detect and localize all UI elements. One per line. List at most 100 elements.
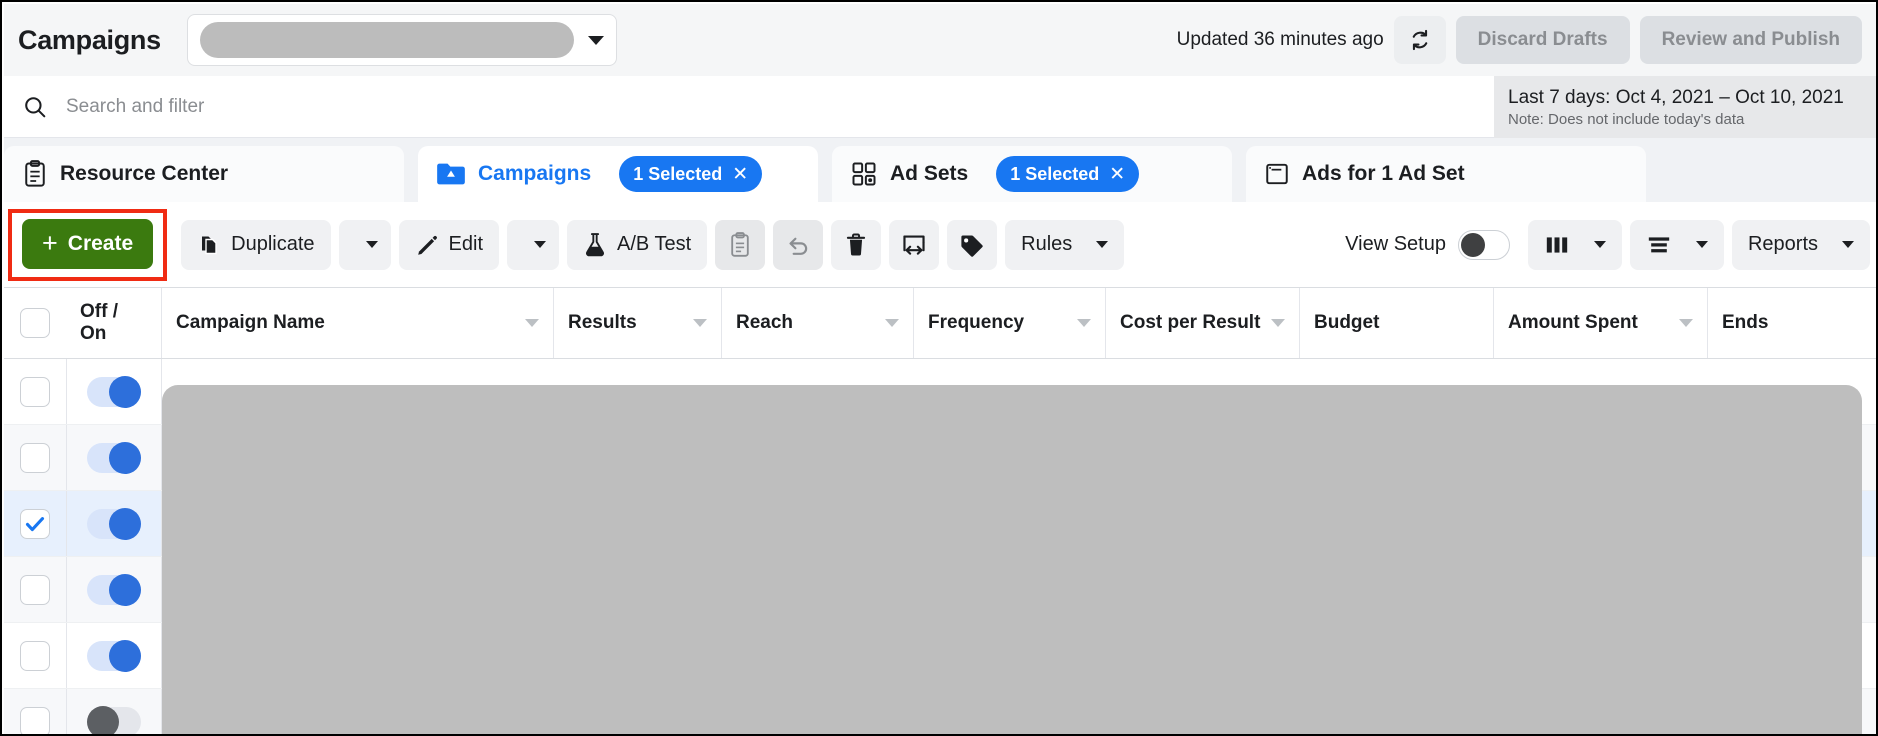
- header-results[interactable]: Results: [554, 288, 722, 358]
- tab-label: Campaigns: [478, 162, 592, 185]
- breakdown-icon: [1648, 236, 1670, 252]
- sort-caret-icon[interactable]: [1271, 319, 1285, 327]
- column-label: Campaign Name: [176, 311, 325, 333]
- ab-test-button[interactable]: A/B Test: [567, 219, 708, 270]
- header-reach[interactable]: Reach: [722, 288, 914, 358]
- clipboard-paste-button[interactable]: [715, 219, 766, 270]
- tab-resource-center[interactable]: Resource Center: [4, 146, 404, 202]
- tab-label: Ad Sets: [890, 162, 969, 185]
- adsets-selection-badge[interactable]: 1 Selected ✕: [996, 156, 1140, 192]
- create-button-highlight: + Create: [8, 208, 168, 281]
- status-toggle[interactable]: [87, 639, 141, 672]
- header-ends[interactable]: Ends: [1708, 288, 1876, 358]
- search-input[interactable]: Search and filter: [4, 76, 1494, 138]
- account-name-redacted: [199, 22, 574, 58]
- refresh-button[interactable]: [1393, 16, 1446, 64]
- close-icon[interactable]: ✕: [732, 163, 748, 186]
- sort-caret-icon[interactable]: [693, 319, 707, 327]
- row-status-cell: [66, 557, 162, 622]
- columns-icon: [1546, 236, 1568, 253]
- edit-button[interactable]: Edit: [398, 219, 500, 270]
- sort-caret-icon[interactable]: [525, 319, 539, 327]
- chevron-down-icon: [534, 241, 547, 248]
- create-button[interactable]: + Create: [22, 218, 154, 269]
- breakdown-button[interactable]: [1629, 219, 1724, 270]
- column-label: Cost per Result: [1120, 311, 1261, 333]
- page-title: Campaigns: [18, 24, 161, 55]
- campaigns-selection-badge[interactable]: 1 Selected ✕: [619, 156, 763, 192]
- chevron-down-icon: [1695, 241, 1708, 248]
- account-selector[interactable]: [186, 14, 617, 66]
- columns-button[interactable]: [1527, 219, 1622, 270]
- export-button[interactable]: [889, 219, 940, 270]
- column-label: Budget: [1314, 311, 1380, 333]
- sort-caret-icon[interactable]: [885, 319, 899, 327]
- column-label: Results: [568, 311, 637, 333]
- column-label: Frequency: [928, 311, 1025, 333]
- column-label: Off / On: [80, 300, 118, 344]
- edit-label: Edit: [448, 233, 484, 255]
- header-campaign-name[interactable]: Campaign Name: [162, 288, 554, 358]
- edit-dropdown-button[interactable]: [507, 219, 560, 270]
- date-range-value: Last 7 days: Oct 4, 2021 – Oct 10, 2021: [1508, 86, 1844, 108]
- row-checkbox[interactable]: [20, 706, 50, 734]
- row-checkbox[interactable]: [20, 574, 50, 605]
- undo-arrow-icon: [789, 237, 808, 255]
- header-amount-spent[interactable]: Amount Spent: [1494, 288, 1708, 358]
- header-cost-per-result[interactable]: Cost per Result: [1106, 288, 1300, 358]
- row-checkbox[interactable]: [20, 442, 50, 473]
- row-checkbox[interactable]: [20, 508, 50, 539]
- duplicate-dropdown-button[interactable]: [338, 219, 391, 270]
- toggle-knob: [109, 507, 141, 540]
- tab-label: Resource Center: [60, 162, 229, 185]
- row-status-cell: [66, 689, 162, 734]
- reports-label: Reports: [1747, 233, 1818, 255]
- row-status-cell: [66, 491, 162, 556]
- view-setup-toggle[interactable]: [1457, 229, 1510, 260]
- row-checkbox[interactable]: [20, 376, 50, 407]
- tab-campaigns[interactable]: Campaigns 1 Selected ✕: [418, 146, 818, 202]
- check-icon: [25, 516, 45, 531]
- date-range-selector[interactable]: Last 7 days: Oct 4, 2021 – Oct 10, 2021 …: [1494, 76, 1876, 138]
- discard-drafts-button[interactable]: Discard Drafts: [1455, 16, 1630, 64]
- sort-caret-icon[interactable]: [1679, 319, 1693, 327]
- row-select-cell: [4, 359, 66, 424]
- trash-icon: [847, 233, 866, 256]
- sort-caret-icon[interactable]: [1077, 319, 1091, 327]
- delete-button[interactable]: [831, 219, 882, 270]
- status-toggle[interactable]: [87, 375, 141, 408]
- table-header-row: Off / On Campaign Name Results Reach Fre…: [4, 287, 1876, 359]
- status-toggle[interactable]: [87, 441, 141, 474]
- status-toggle[interactable]: [87, 507, 141, 540]
- chevron-down-icon: [365, 241, 378, 248]
- review-and-publish-button[interactable]: Review and Publish: [1639, 16, 1862, 64]
- reports-button[interactable]: Reports: [1731, 219, 1870, 270]
- select-all-checkbox[interactable]: [20, 308, 50, 338]
- ads-manager-window: Campaigns Updated 36 minutes ago Discard…: [0, 0, 1878, 736]
- status-toggle[interactable]: [87, 573, 141, 606]
- duplicate-label: Duplicate: [231, 233, 315, 255]
- ads-window-icon: [1266, 163, 1288, 185]
- duplicate-button[interactable]: Duplicate: [181, 219, 331, 270]
- column-label: Reach: [736, 311, 794, 333]
- chevron-down-icon: [1096, 241, 1109, 248]
- close-icon[interactable]: ✕: [1109, 163, 1125, 186]
- chevron-down-icon: [1593, 241, 1606, 248]
- header-budget[interactable]: Budget: [1300, 288, 1494, 358]
- tab-ads[interactable]: Ads for 1 Ad Set: [1246, 146, 1646, 202]
- header-frequency[interactable]: Frequency: [914, 288, 1106, 358]
- rules-button[interactable]: Rules: [1005, 219, 1125, 270]
- tab-ad-sets[interactable]: Ad Sets 1 Selected ✕: [832, 146, 1232, 202]
- undo-button[interactable]: [773, 219, 824, 270]
- rules-label: Rules: [1021, 233, 1073, 255]
- row-checkbox[interactable]: [20, 640, 50, 671]
- status-toggle[interactable]: [87, 705, 141, 734]
- search-row: Search and filter Last 7 days: Oct 4, 20…: [4, 76, 1876, 138]
- toggle-knob: [109, 375, 141, 408]
- tab-bar: Resource Center Campaigns 1 Selected ✕ A…: [4, 138, 1876, 202]
- toggle-knob: [87, 705, 119, 734]
- row-select-cell: [4, 491, 66, 556]
- header-off-on[interactable]: Off / On: [66, 288, 162, 358]
- view-setup-label: View Setup: [1345, 233, 1446, 255]
- tag-button[interactable]: [947, 219, 998, 270]
